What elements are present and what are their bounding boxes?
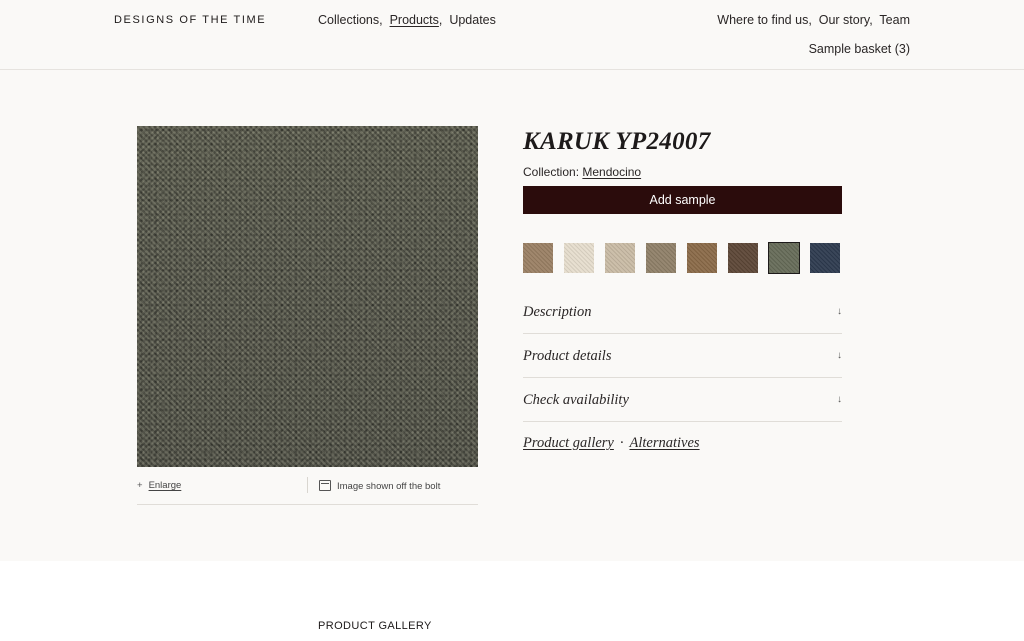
collection-label: Collection: <box>523 165 580 179</box>
accordion-description[interactable]: Description ↓ <box>523 290 842 334</box>
bolt-note: Image shown off the bolt <box>319 480 440 492</box>
color-swatch[interactable] <box>810 243 840 273</box>
color-swatch[interactable] <box>646 243 676 273</box>
product-links: Product gallery · Alternatives <box>523 435 700 452</box>
arrow-down-icon: ↓ <box>837 394 842 405</box>
color-swatch[interactable] <box>768 242 800 274</box>
collection-line: Collection: Mendocino <box>523 165 641 179</box>
nav-collections[interactable]: Collections <box>318 13 379 27</box>
plus-icon: + <box>137 480 143 491</box>
product-gallery-link[interactable]: Product gallery <box>523 435 614 451</box>
fabric-bolt-icon <box>319 480 331 491</box>
enlarge-button[interactable]: + Enlarge <box>137 480 181 491</box>
color-swatch[interactable] <box>605 243 635 273</box>
nav-products[interactable]: Products <box>390 13 439 27</box>
accordion-check-availability[interactable]: Check availability ↓ <box>523 378 842 422</box>
nav-our-story[interactable]: Our story <box>819 13 869 27</box>
alternatives-link[interactable]: Alternatives <box>630 435 700 451</box>
site-logo[interactable]: DESIGNS OF THE TIME <box>114 14 266 26</box>
secondary-nav: Where to find us, Our story, Team <box>717 13 910 27</box>
color-swatch[interactable] <box>564 243 594 273</box>
accordion-label: Product details <box>523 348 612 364</box>
accordion-product-details[interactable]: Product details ↓ <box>523 334 842 378</box>
product-title: KARUK YP24007 <box>523 128 711 155</box>
color-swatch[interactable] <box>728 243 758 273</box>
color-swatch[interactable] <box>687 243 717 273</box>
product-image[interactable] <box>137 126 478 467</box>
gallery-heading: PRODUCT GALLERY <box>318 620 432 632</box>
accordion-label: Description <box>523 304 592 320</box>
color-swatch[interactable] <box>523 243 553 273</box>
site-header: DESIGNS OF THE TIME Collections, Product… <box>0 0 1024 70</box>
color-swatches <box>523 242 843 274</box>
sample-basket-link[interactable]: Sample basket (3) <box>809 42 910 56</box>
collection-link[interactable]: Mendocino <box>582 165 641 179</box>
add-sample-button[interactable]: Add sample <box>523 186 842 214</box>
link-separator: · <box>619 435 624 451</box>
enlarge-label: Enlarge <box>148 480 182 491</box>
gallery-section: PRODUCT GALLERY <box>0 561 1024 641</box>
nav-team[interactable]: Team <box>879 13 910 27</box>
bolt-note-text: Image shown off the bolt <box>337 481 441 492</box>
nav-where-to-find-us[interactable]: Where to find us <box>717 13 808 27</box>
main-nav: Collections, Products, Updates <box>318 13 496 27</box>
caption-divider <box>307 477 308 493</box>
product-accordion: Description ↓ Product details ↓ Check av… <box>523 290 842 422</box>
arrow-down-icon: ↓ <box>837 306 842 317</box>
arrow-down-icon: ↓ <box>837 350 842 361</box>
nav-updates[interactable]: Updates <box>449 13 496 27</box>
image-caption-bar: + Enlarge Image shown off the bolt <box>137 476 478 505</box>
accordion-label: Check availability <box>523 392 629 408</box>
